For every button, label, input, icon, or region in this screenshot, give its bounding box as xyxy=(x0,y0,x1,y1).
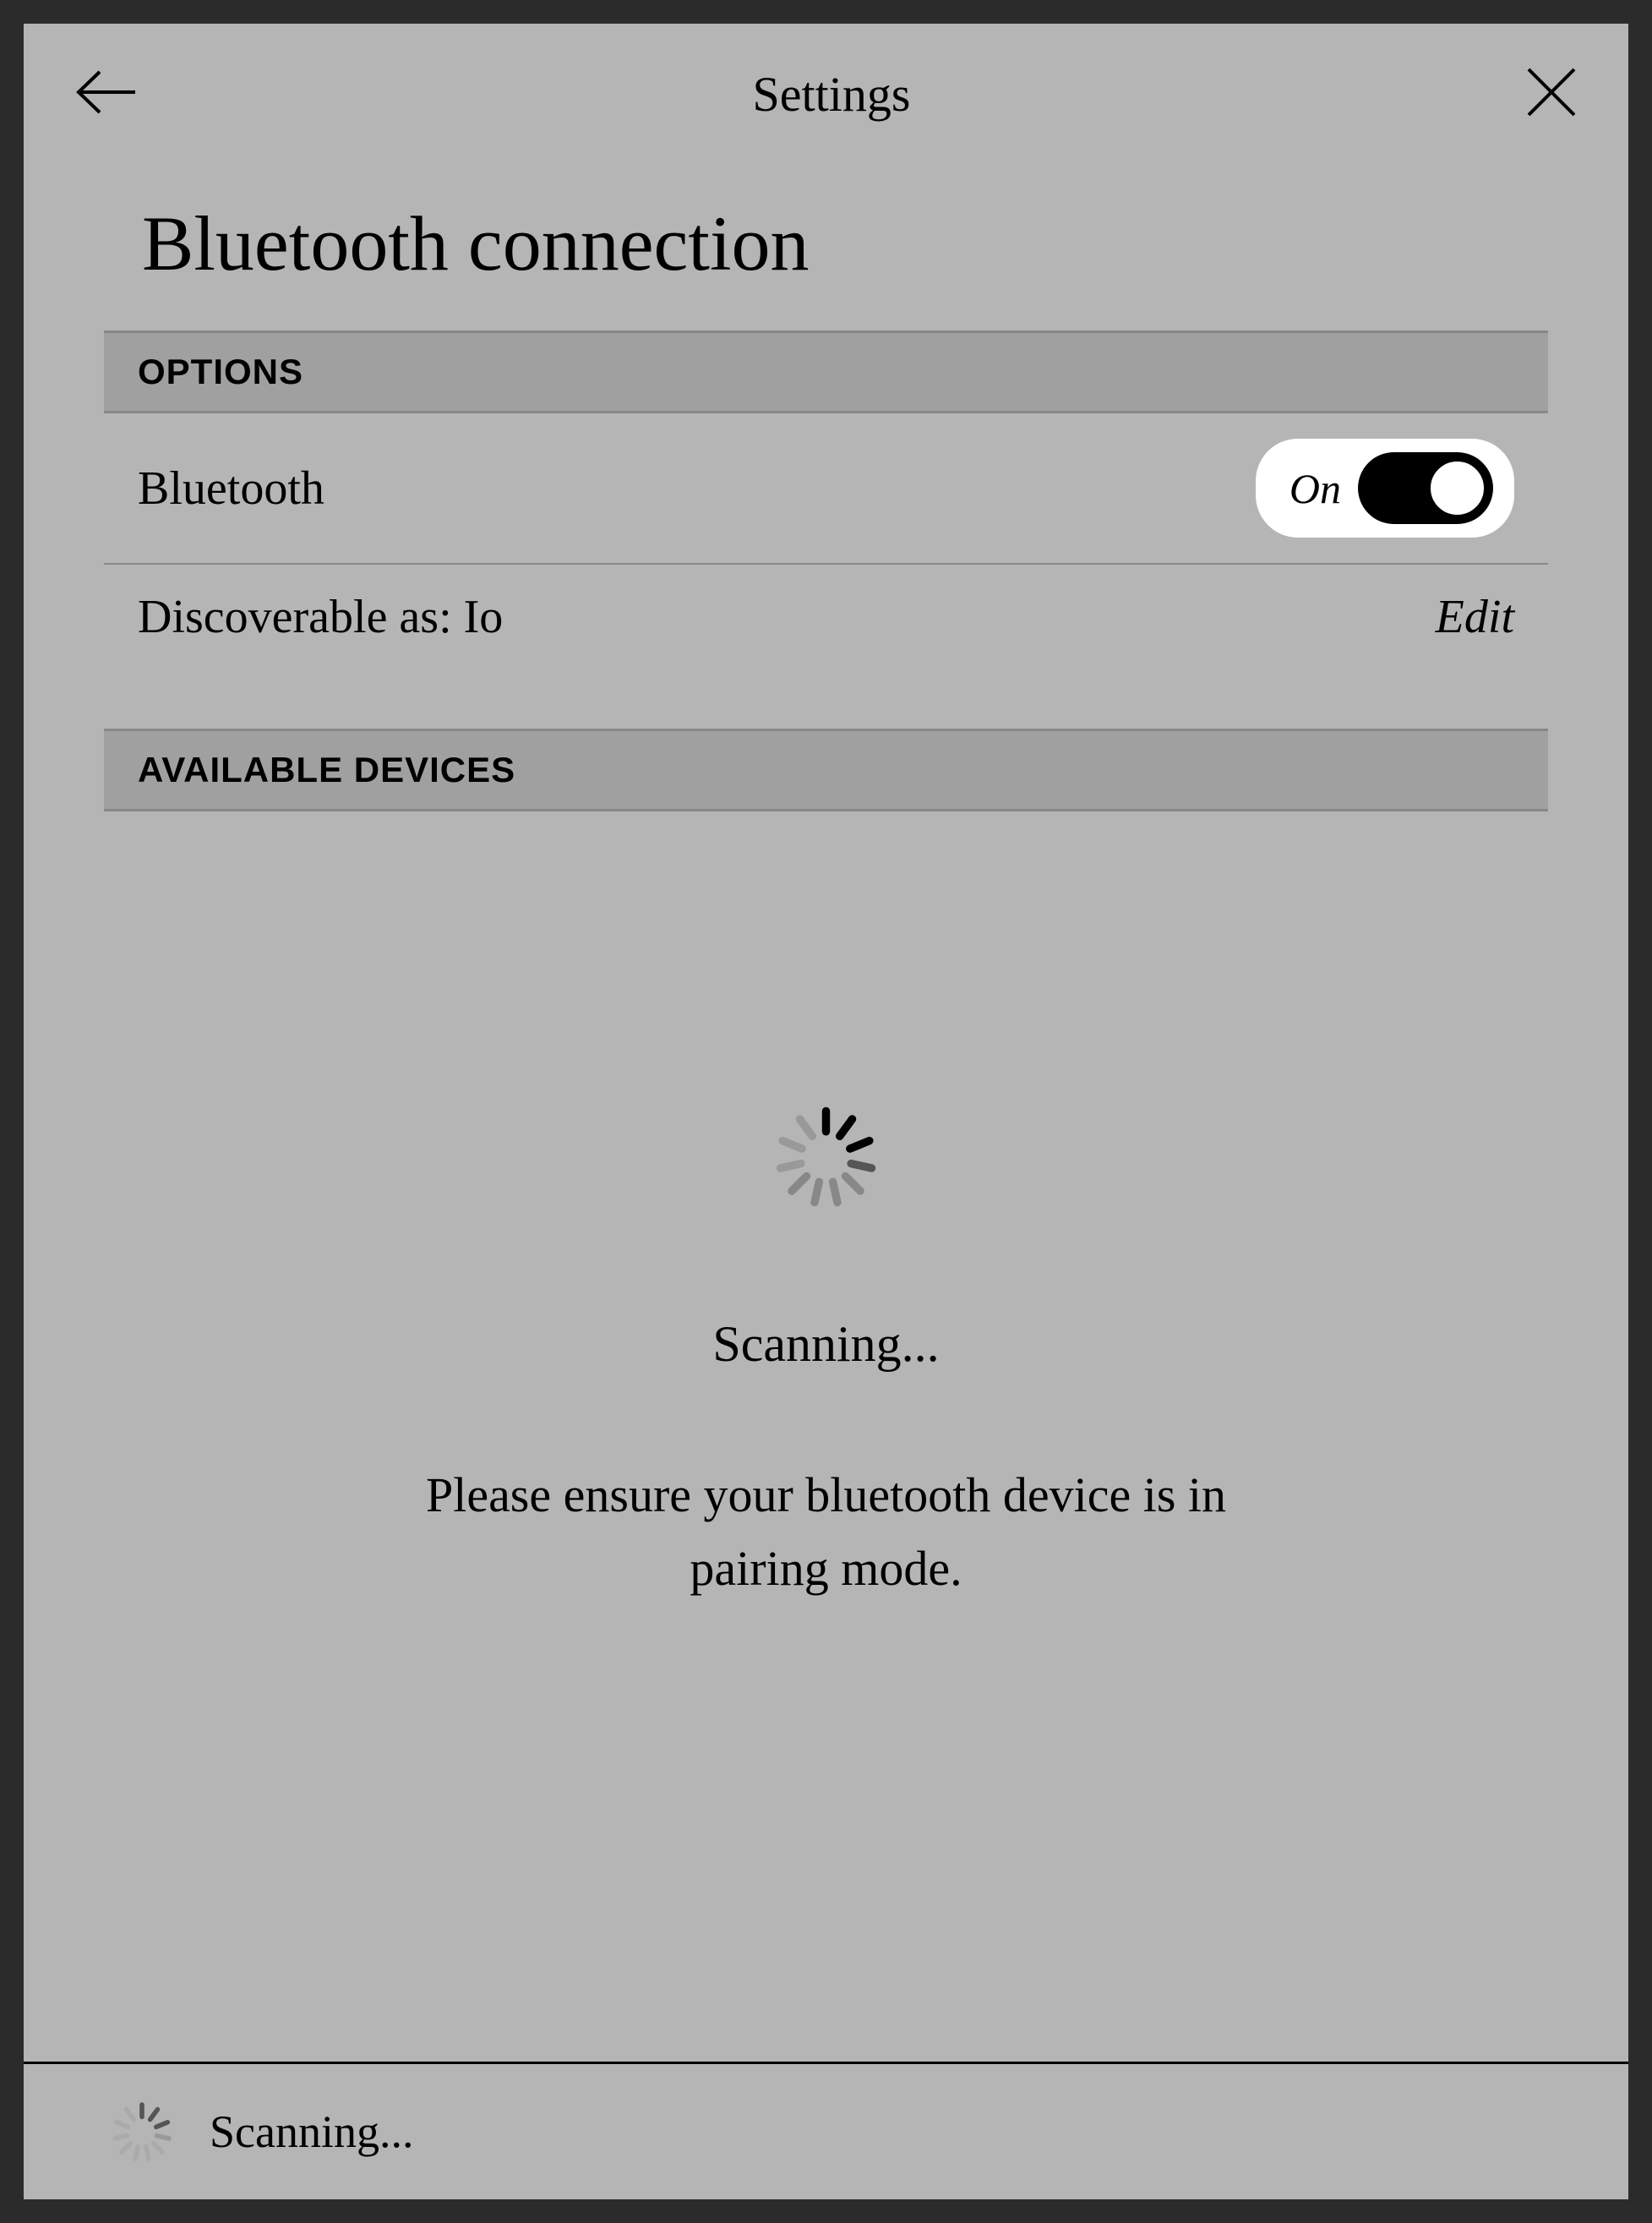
edit-button[interactable]: Edit xyxy=(1436,590,1514,644)
footer-bar: Scanning... xyxy=(24,2062,1628,2199)
scanning-status-text: Scanning... xyxy=(712,1315,939,1374)
loading-spinner-icon xyxy=(769,1100,883,1214)
discoverable-label: Discoverable as: Io xyxy=(138,590,503,644)
footer-spinner-icon xyxy=(108,2098,176,2166)
bluetooth-label: Bluetooth xyxy=(138,462,324,516)
footer-status-text: Scanning... xyxy=(210,2106,413,2158)
app-container: Settings Bluetooth connection OPTIONS Bl… xyxy=(24,24,1628,2199)
scanning-area: Scanning... Please ensure your bluetooth… xyxy=(104,811,1548,2062)
back-button[interactable] xyxy=(74,67,138,122)
devices-section-header: AVAILABLE DEVICES xyxy=(104,729,1548,811)
bluetooth-toggle-row: Bluetooth On xyxy=(104,413,1548,565)
close-icon xyxy=(1525,66,1578,118)
header-bar: Settings xyxy=(24,24,1628,156)
toggle-switch xyxy=(1358,452,1493,524)
back-arrow-icon xyxy=(74,67,138,117)
page-title: Bluetooth connection xyxy=(24,156,1628,330)
spacer xyxy=(104,695,1548,729)
bluetooth-toggle-state: On xyxy=(1289,464,1341,513)
discoverable-row: Discoverable as: Io Edit xyxy=(104,565,1548,695)
header-title: Settings xyxy=(753,66,911,123)
content-area: OPTIONS Bluetooth On Discoverable as: Io… xyxy=(24,330,1628,2062)
app-frame: Settings Bluetooth connection OPTIONS Bl… xyxy=(0,0,1652,2223)
bluetooth-toggle[interactable]: On xyxy=(1256,439,1514,538)
toggle-thumb xyxy=(1426,456,1489,520)
scanning-instruction-text: Please ensure your bluetooth device is i… xyxy=(362,1458,1291,1605)
close-button[interactable] xyxy=(1525,66,1578,123)
options-section-header: OPTIONS xyxy=(104,330,1548,413)
